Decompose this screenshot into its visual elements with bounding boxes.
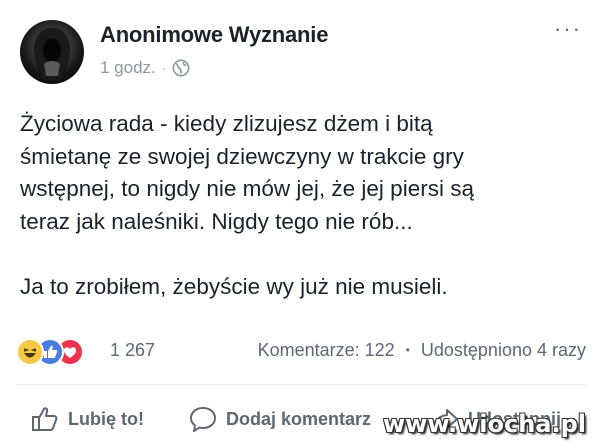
- comment-bubble-icon: [190, 407, 216, 432]
- engagement-summary: Komentarze: 122 • Udostępniono 4 razy: [258, 340, 586, 361]
- shares-count[interactable]: Udostępniono 4 razy: [421, 340, 586, 360]
- haha-icon: [16, 338, 44, 366]
- like-button[interactable]: Lubię to!: [30, 404, 144, 434]
- comment-button[interactable]: Dodaj komentarz: [188, 404, 371, 434]
- author-name[interactable]: Anonimowe Wyznanie: [100, 22, 328, 48]
- hooded-figure-icon: [34, 28, 70, 80]
- post-header: Anonimowe Wyznanie 1 godz. · ···: [0, 0, 600, 100]
- post-text: Życiowa rada - kiedy zlizujesz dżem i bi…: [20, 111, 474, 299]
- avatar[interactable]: [20, 20, 84, 84]
- post-stats: 1 267 Komentarze: 122 • Udostępniono 4 r…: [16, 336, 586, 366]
- like-button-label: Lubię to!: [68, 408, 144, 429]
- meta-dot: ·: [161, 61, 166, 75]
- more-options-icon[interactable]: ···: [554, 18, 582, 40]
- post-meta: 1 godz. ·: [100, 58, 190, 78]
- comments-count[interactable]: Komentarze: 122: [258, 340, 395, 360]
- globe-icon: [172, 59, 190, 77]
- comment-button-label: Dodaj komentarz: [226, 408, 372, 429]
- watermark: www.wiocha.pl: [382, 410, 586, 438]
- divider: [16, 384, 586, 385]
- thumbs-up-icon: [32, 407, 58, 431]
- reactions[interactable]: [16, 338, 106, 366]
- reactions-count[interactable]: 1 267: [110, 340, 155, 361]
- post-time[interactable]: 1 godz.: [100, 58, 156, 78]
- stats-separator: •: [405, 343, 410, 357]
